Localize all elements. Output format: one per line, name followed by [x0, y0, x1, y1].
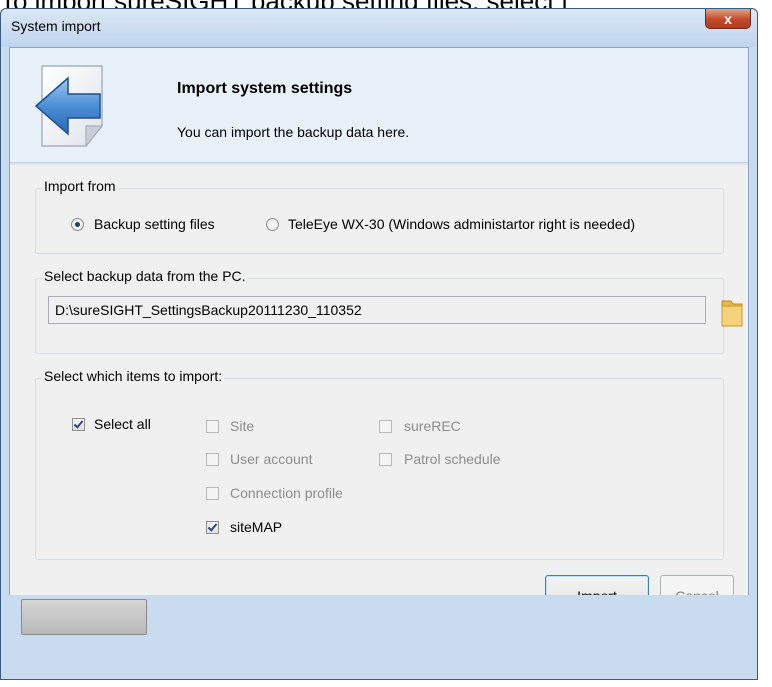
items-legend: Select which items to import: [42, 368, 225, 384]
patrol-schedule-label[interactable]: Patrol schedule [404, 451, 501, 467]
surerec-checkbox[interactable] [379, 420, 392, 433]
window-title: System import [11, 18, 101, 34]
banner-subtitle: You can import the backup data here. [177, 124, 410, 140]
radio-teleeye-wx30-label[interactable]: TeleEye WX-30 (Windows administartor rig… [288, 216, 635, 232]
status-bar [9, 595, 749, 641]
backup-data-legend: Select backup data from the PC. [42, 268, 248, 284]
import-arrow-document-icon [30, 64, 114, 155]
close-button[interactable]: x [705, 9, 751, 29]
surerec-label[interactable]: sureREC [404, 418, 461, 434]
radio-backup-setting-files-label[interactable]: Backup setting files [94, 216, 215, 232]
select-all-label[interactable]: Select all [94, 416, 151, 432]
header-banner: Import system settings You can import th… [10, 48, 748, 162]
close-icon: x [724, 10, 732, 27]
select-all-checkbox[interactable] [72, 418, 85, 431]
items-group [35, 378, 724, 560]
sitemap-checkbox[interactable] [206, 521, 219, 534]
connection-profile-checkbox[interactable] [206, 487, 219, 500]
dialog-client-area: Import system settings You can import th… [9, 47, 749, 627]
backup-path-field[interactable]: D:\sureSIGHT_SettingsBackup20111230_1103… [48, 296, 706, 324]
system-import-dialog: System import x Import system settings Y… [0, 8, 758, 680]
radio-teleeye-wx30[interactable] [266, 218, 279, 231]
user-account-label[interactable]: User account [230, 451, 312, 467]
patrol-schedule-checkbox[interactable] [379, 453, 392, 466]
connection-profile-label[interactable]: Connection profile [230, 485, 343, 501]
import-from-legend: Import from [42, 178, 118, 194]
sitemap-label[interactable]: siteMAP [230, 519, 282, 535]
folder-icon[interactable] [721, 299, 743, 332]
user-account-checkbox[interactable] [206, 453, 219, 466]
title-bar[interactable]: System import x [1, 9, 757, 47]
banner-title: Import system settings [177, 80, 353, 97]
status-progress-cell [21, 599, 147, 635]
site-checkbox[interactable] [206, 420, 219, 433]
radio-backup-setting-files[interactable] [71, 218, 84, 231]
site-label[interactable]: Site [230, 418, 254, 434]
banner-separator [10, 162, 748, 165]
